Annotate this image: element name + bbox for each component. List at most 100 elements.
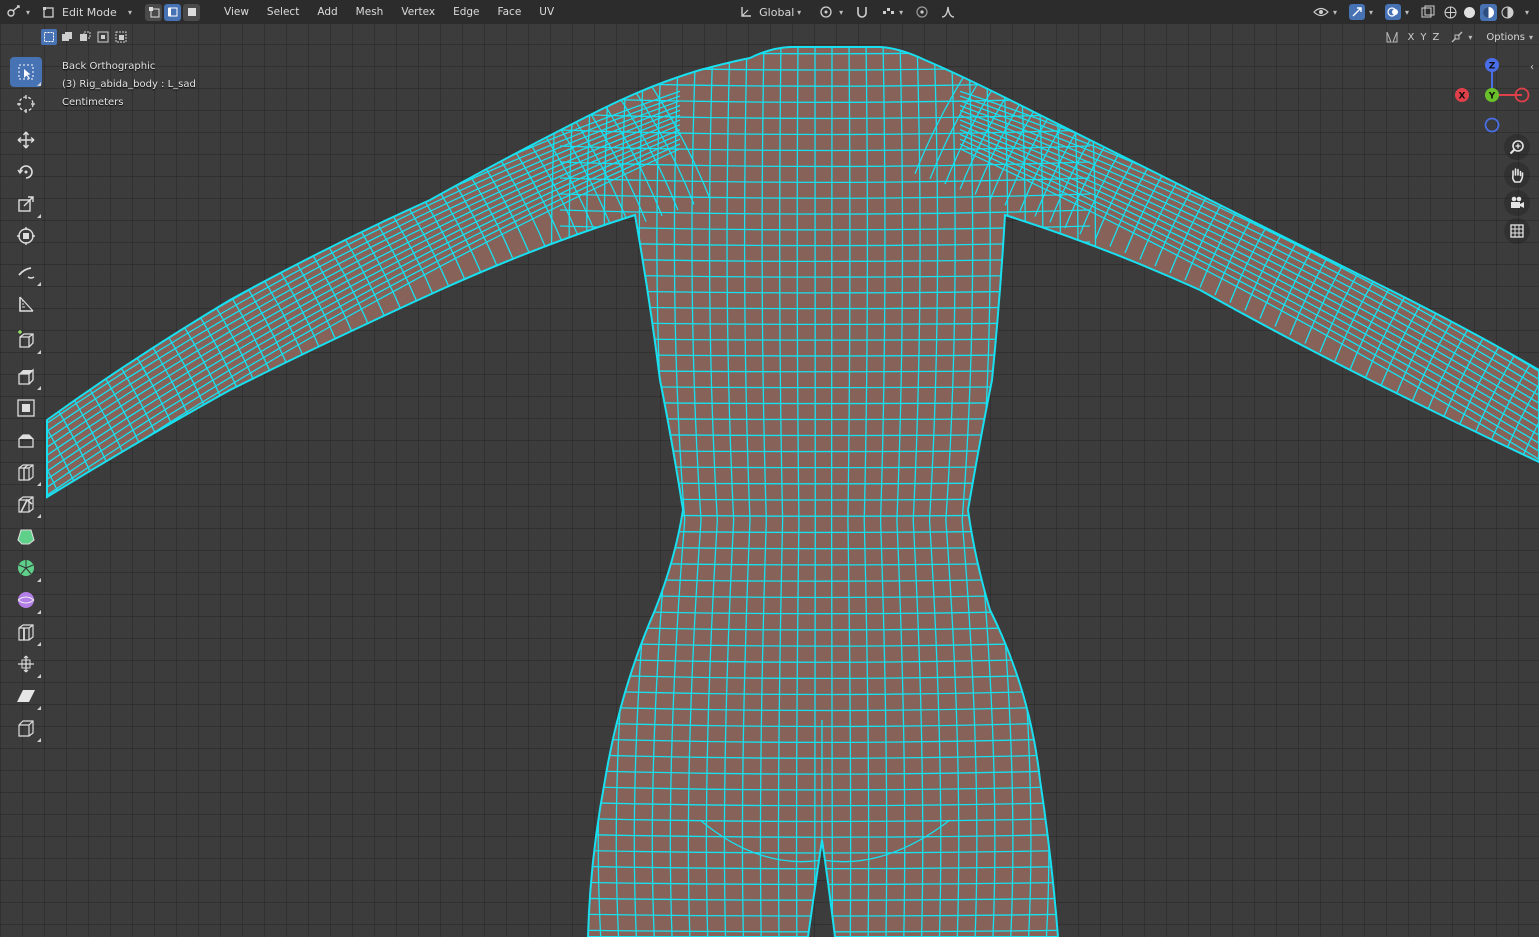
xray-toggle-button[interactable]: [1415, 2, 1441, 22]
camera-view-button[interactable]: [1504, 190, 1530, 216]
tool-scale[interactable]: [10, 189, 42, 219]
tool-loop-cut[interactable]: [10, 457, 42, 487]
spin-icon: [18, 560, 34, 576]
tool-variants-indicator: [37, 706, 41, 710]
snap-magnet-icon: [857, 7, 867, 18]
gizmo-z-label: Z: [1489, 62, 1496, 72]
snap-button[interactable]: [849, 2, 875, 22]
ortho-grid-icon: [1510, 224, 1524, 238]
face-select-button[interactable]: [183, 3, 200, 21]
tool-variants-indicator: [37, 386, 41, 390]
visibility-button[interactable]: ▾: [1307, 2, 1343, 22]
wireframe-shading-icon: [1444, 6, 1457, 18]
tool-select-box[interactable]: [10, 57, 42, 87]
material-shading-button[interactable]: [1479, 3, 1497, 21]
tool-spin[interactable]: [10, 553, 42, 583]
tool-bevel[interactable]: [10, 425, 42, 455]
tool-shrink-fatten[interactable]: [10, 649, 42, 679]
shading-options-chevron-icon[interactable]: ▾: [1525, 8, 1529, 17]
tool-add-cube[interactable]: [10, 325, 42, 355]
menu-uv[interactable]: UV: [530, 6, 563, 18]
tool-variants-indicator: [37, 214, 41, 218]
set-selection-button[interactable]: [41, 29, 57, 45]
tool-measure[interactable]: [10, 289, 42, 319]
edge-slide-icon: [18, 624, 34, 641]
menu-vertex[interactable]: Vertex: [392, 6, 444, 18]
falloff-button[interactable]: [935, 2, 961, 22]
chevron-down-icon: ▾: [1528, 32, 1533, 42]
tool-shear[interactable]: [10, 681, 42, 711]
tool-variants-indicator: [37, 350, 41, 354]
shading-mode-group: [1441, 3, 1517, 21]
solid-shading-button[interactable]: [1461, 4, 1478, 21]
tool-transform[interactable]: [10, 221, 42, 251]
shrink-fatten-icon: [18, 655, 34, 673]
mirror-z-toggle[interactable]: Z: [1430, 32, 1443, 43]
overlay-toggle-button[interactable]: ▾: [1379, 2, 1415, 22]
orientation-dropdown[interactable]: Global ▾: [733, 2, 807, 22]
proportional-edit-button[interactable]: [909, 2, 935, 22]
menu-add[interactable]: Add: [308, 6, 346, 18]
subtract-selection-button[interactable]: [77, 29, 93, 45]
menu-select[interactable]: Select: [258, 6, 308, 18]
tool-shelf: [8, 56, 44, 744]
invert-selection-button[interactable]: [95, 29, 111, 45]
navigation-gizmo[interactable]: Z X Y: [1452, 55, 1532, 135]
pivot-point-button[interactable]: ▾: [813, 2, 849, 22]
mirror-y-toggle[interactable]: Y: [1417, 32, 1429, 43]
extend-selection-icon: [62, 32, 72, 41]
editor-type-button[interactable]: ▾: [0, 2, 36, 22]
select-box-icon: [18, 64, 34, 80]
invert-selection-icon: [97, 31, 109, 43]
auto-merge-icon[interactable]: [1450, 30, 1464, 44]
menu-mesh[interactable]: Mesh: [347, 6, 393, 18]
header-right: ▾ ▾ ▾ ▾: [1307, 2, 1539, 22]
gizmo-icon: [1352, 7, 1362, 17]
3d-viewport[interactable]: [0, 0, 1539, 937]
chevron-down-icon: ▾: [1468, 32, 1473, 42]
gizmo-x-label: X: [1459, 92, 1466, 102]
tool-cursor[interactable]: [10, 89, 42, 119]
vertex-select-button[interactable]: [145, 3, 162, 21]
wireframe-shading-button[interactable]: [1442, 4, 1459, 21]
sidebar-expand-chevron-icon[interactable]: ‹: [1530, 62, 1534, 73]
tool-poly-build[interactable]: [10, 521, 42, 551]
tool-edge-slide[interactable]: [10, 617, 42, 647]
zoom-button[interactable]: [1504, 134, 1530, 160]
snap-increment-icon: [883, 8, 895, 14]
tool-knife[interactable]: [10, 489, 42, 519]
snap-target-button[interactable]: ▾: [875, 2, 909, 22]
gizmo-toggle-button[interactable]: ▾: [1343, 2, 1379, 22]
pan-button[interactable]: [1504, 162, 1530, 188]
perspective-toggle-button[interactable]: [1504, 218, 1530, 244]
tool-inset-faces[interactable]: [10, 393, 42, 423]
tool-move[interactable]: [10, 125, 42, 155]
edge-select-button[interactable]: [164, 3, 181, 21]
intersect-selection-icon: [115, 31, 127, 43]
mirror-options: X Y Z ▾ Options ▾: [1385, 30, 1539, 44]
menu-edge[interactable]: Edge: [444, 6, 488, 18]
mesh-wireframe[interactable]: [0, 0, 1539, 937]
mode-dropdown[interactable]: Edit Mode ▾: [36, 2, 138, 22]
inset-faces-icon: [17, 399, 35, 417]
gizmo-neg-z-axis[interactable]: [1484, 117, 1500, 133]
tool-rip-region[interactable]: [10, 713, 42, 743]
intersect-selection-button[interactable]: [113, 29, 129, 45]
menu-view[interactable]: View: [215, 6, 258, 18]
bevel-icon: [18, 434, 34, 448]
tool-smooth[interactable]: [10, 585, 42, 615]
cursor-icon: [17, 95, 35, 113]
tool-annotate[interactable]: [10, 257, 42, 287]
measure-ruler-icon: [19, 296, 34, 312]
transform-orientation-icon: [741, 7, 752, 17]
mirror-x-toggle[interactable]: X: [1405, 32, 1418, 43]
extend-selection-button[interactable]: [59, 29, 75, 45]
menu-face[interactable]: Face: [489, 6, 531, 18]
options-dropdown[interactable]: Options: [1486, 32, 1525, 43]
tool-extrude-region[interactable]: [10, 361, 42, 391]
vertex-select-icon: [148, 7, 159, 18]
tool-rotate[interactable]: [10, 157, 42, 187]
render-shading-button[interactable]: [1499, 4, 1516, 21]
set-selection-icon: [44, 32, 54, 42]
hand-pan-icon: [1511, 168, 1524, 183]
